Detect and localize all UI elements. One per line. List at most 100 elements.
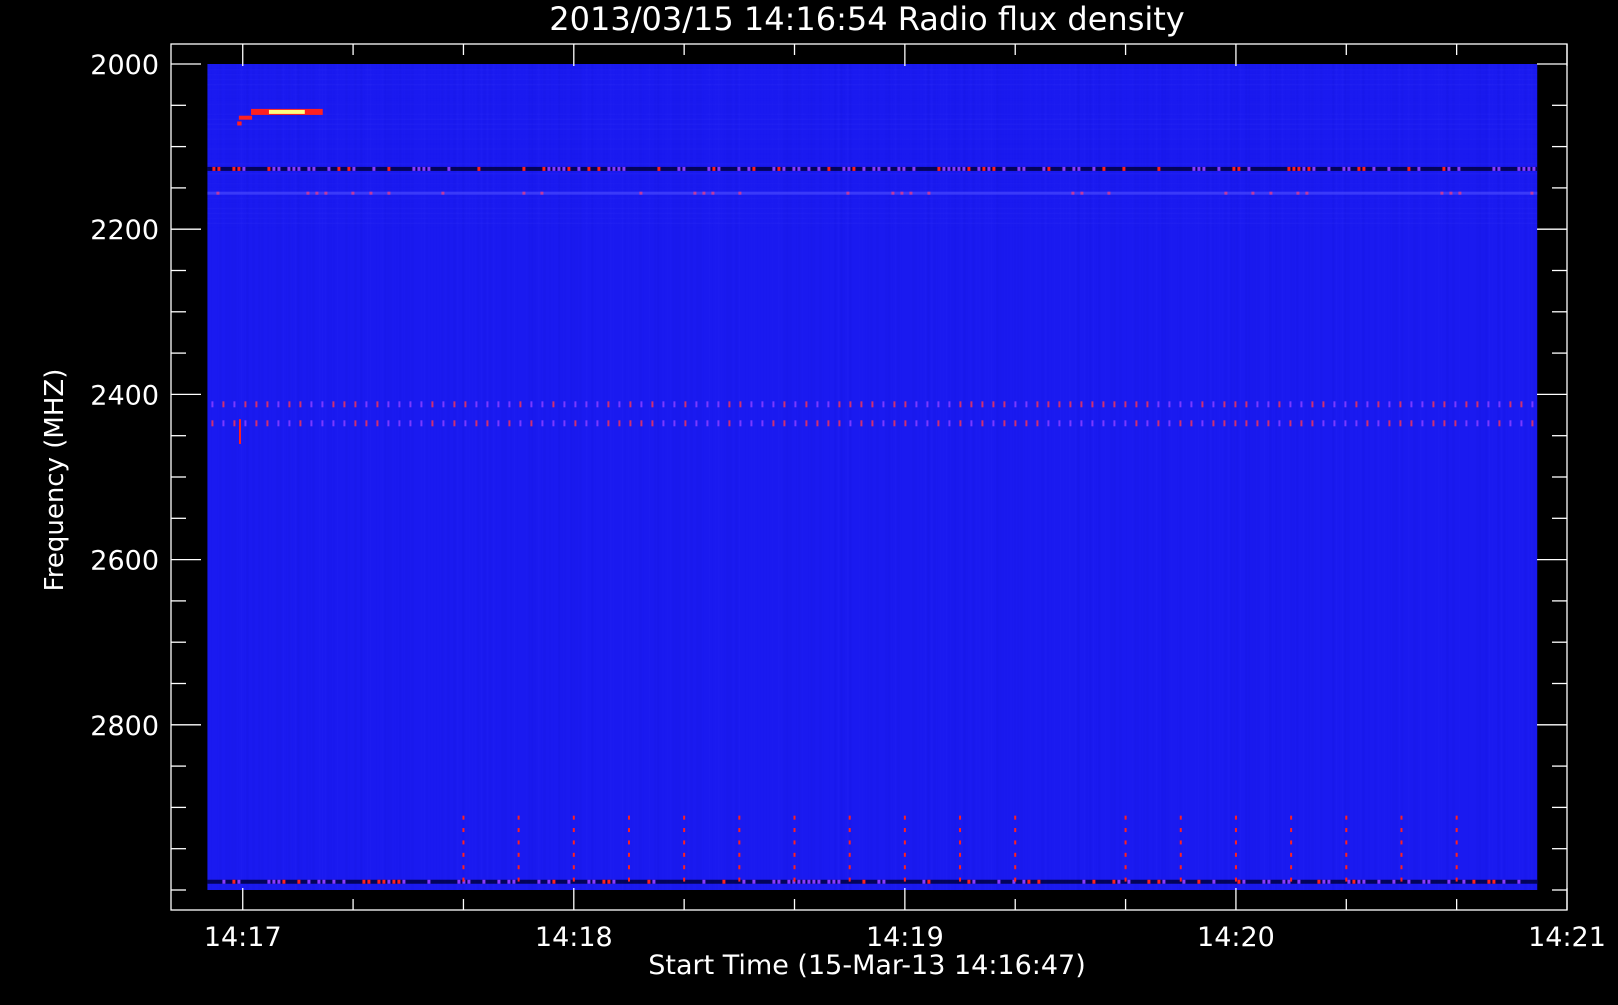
- spectrogram-texture: [207, 133, 1537, 135]
- radio-spike: [1234, 840, 1237, 845]
- interference-band-segment: [1476, 420, 1479, 427]
- interference-band-segment: [1069, 401, 1072, 408]
- interference-band-segment: [639, 191, 643, 195]
- radio-spike: [1124, 877, 1127, 882]
- interference-band-segment: [1377, 879, 1381, 884]
- interference-band-segment: [1017, 166, 1021, 171]
- interference-band-segment: [441, 191, 445, 195]
- interference-band-segment: [1179, 401, 1182, 408]
- interference-band-segment: [805, 401, 808, 408]
- spectrogram-texture: [207, 148, 1538, 150]
- interference-band-segment: [477, 166, 481, 171]
- radio-burst: [238, 115, 253, 120]
- interference-band-segment: [1058, 420, 1061, 427]
- radio-spike: [1345, 852, 1348, 857]
- radio-spike: [903, 840, 906, 845]
- interference-band-segment: [662, 420, 665, 427]
- interference-band-segment: [847, 166, 851, 171]
- interference-band-segment: [1234, 420, 1237, 427]
- interference-band-segment: [1014, 401, 1017, 408]
- interference-band-segment: [1432, 420, 1435, 427]
- radio-spike: [1455, 815, 1458, 820]
- radio-spike: [1234, 852, 1237, 857]
- interference-band-segment: [849, 401, 852, 408]
- interference-band-segment: [992, 401, 995, 408]
- interference-band-segment: [1366, 420, 1369, 427]
- interference-band-segment: [997, 879, 1001, 884]
- interference-band-segment: [277, 401, 280, 408]
- interference-band-segment: [952, 166, 956, 171]
- interference-band-segment: [409, 420, 412, 427]
- radio-spike: [1400, 865, 1403, 870]
- spectrogram-texture: [207, 83, 1538, 86]
- radio-spike: [959, 877, 962, 882]
- interference-band-segment: [1102, 166, 1106, 171]
- interference-band-segment: [1292, 166, 1296, 171]
- interference-band-segment: [1407, 166, 1411, 171]
- interference-band-segment: [1377, 420, 1380, 427]
- interference-band-segment: [1262, 879, 1266, 884]
- interference-band-segment: [1157, 166, 1161, 171]
- interference-band-segment: [1212, 401, 1215, 408]
- interference-band-segment: [431, 420, 434, 427]
- interference-band-segment: [1232, 166, 1236, 171]
- interference-band-segment: [1003, 401, 1006, 408]
- interference-band-segment: [310, 420, 313, 427]
- interference-band-segment: [244, 401, 247, 408]
- interference-band-segment: [237, 879, 241, 884]
- interference-band-segment: [792, 166, 796, 171]
- interference-band-segment: [317, 879, 321, 884]
- interference-band-segment: [797, 879, 801, 884]
- radio-spike: [1124, 852, 1127, 857]
- radio-spike: [572, 815, 575, 820]
- radio-spike: [627, 828, 630, 833]
- interference-band-segment: [1237, 166, 1241, 171]
- interference-band-segment: [872, 166, 876, 171]
- interference-band-segment: [297, 879, 301, 884]
- interference-band-segment: [1124, 420, 1127, 427]
- interference-band-segment: [1168, 401, 1171, 408]
- interference-band-segment: [212, 166, 216, 171]
- interference-band-segment: [897, 166, 901, 171]
- spectrogram-texture: [207, 203, 1537, 205]
- interference-band-segment: [324, 191, 328, 195]
- interference-band-segment: [1387, 166, 1391, 171]
- radio-spike: [1290, 815, 1293, 820]
- spectrogram-texture: [207, 217, 1538, 220]
- interference-band-segment: [893, 401, 896, 408]
- interference-band-segment: [1447, 879, 1451, 884]
- interference-band-segment: [1421, 401, 1424, 408]
- interference-band-segment: [787, 879, 791, 884]
- interference-band-segment: [1377, 401, 1380, 408]
- interference-band-segment: [1102, 420, 1105, 427]
- interference-band-segment: [1357, 166, 1361, 171]
- interference-band-segment: [1237, 879, 1241, 884]
- interference-band-segment: [1287, 166, 1291, 171]
- interference-band-segment: [602, 879, 606, 884]
- interference-band-segment: [794, 420, 797, 427]
- interference-band-segment: [1036, 401, 1039, 408]
- radio-spike: [517, 815, 520, 820]
- interference-band-segment: [1432, 401, 1435, 408]
- interference-band-segment: [772, 420, 775, 427]
- interference-band-segment: [585, 401, 588, 408]
- interference-band-segment: [1307, 166, 1311, 171]
- radio-spike: [1400, 877, 1403, 882]
- interference-band-segment: [739, 420, 742, 427]
- interference-band-segment: [684, 420, 687, 427]
- interference-band-segment: [677, 166, 681, 171]
- interference-band-segment: [233, 420, 236, 427]
- interference-band-segment: [327, 166, 331, 171]
- interference-band-segment: [1447, 166, 1451, 171]
- interference-band-segment: [1520, 401, 1523, 408]
- interference-band-segment: [1388, 420, 1391, 427]
- interference-band-segment: [1322, 879, 1326, 884]
- interference-band-segment: [1025, 401, 1028, 408]
- radio-spike: [1124, 828, 1127, 833]
- interference-band-segment: [562, 166, 566, 171]
- interference-band-segment: [277, 420, 280, 427]
- interference-band-segment: [717, 401, 720, 408]
- radio-spike: [793, 828, 796, 833]
- interference-band-segment: [1135, 401, 1138, 408]
- radio-spike: [959, 852, 962, 857]
